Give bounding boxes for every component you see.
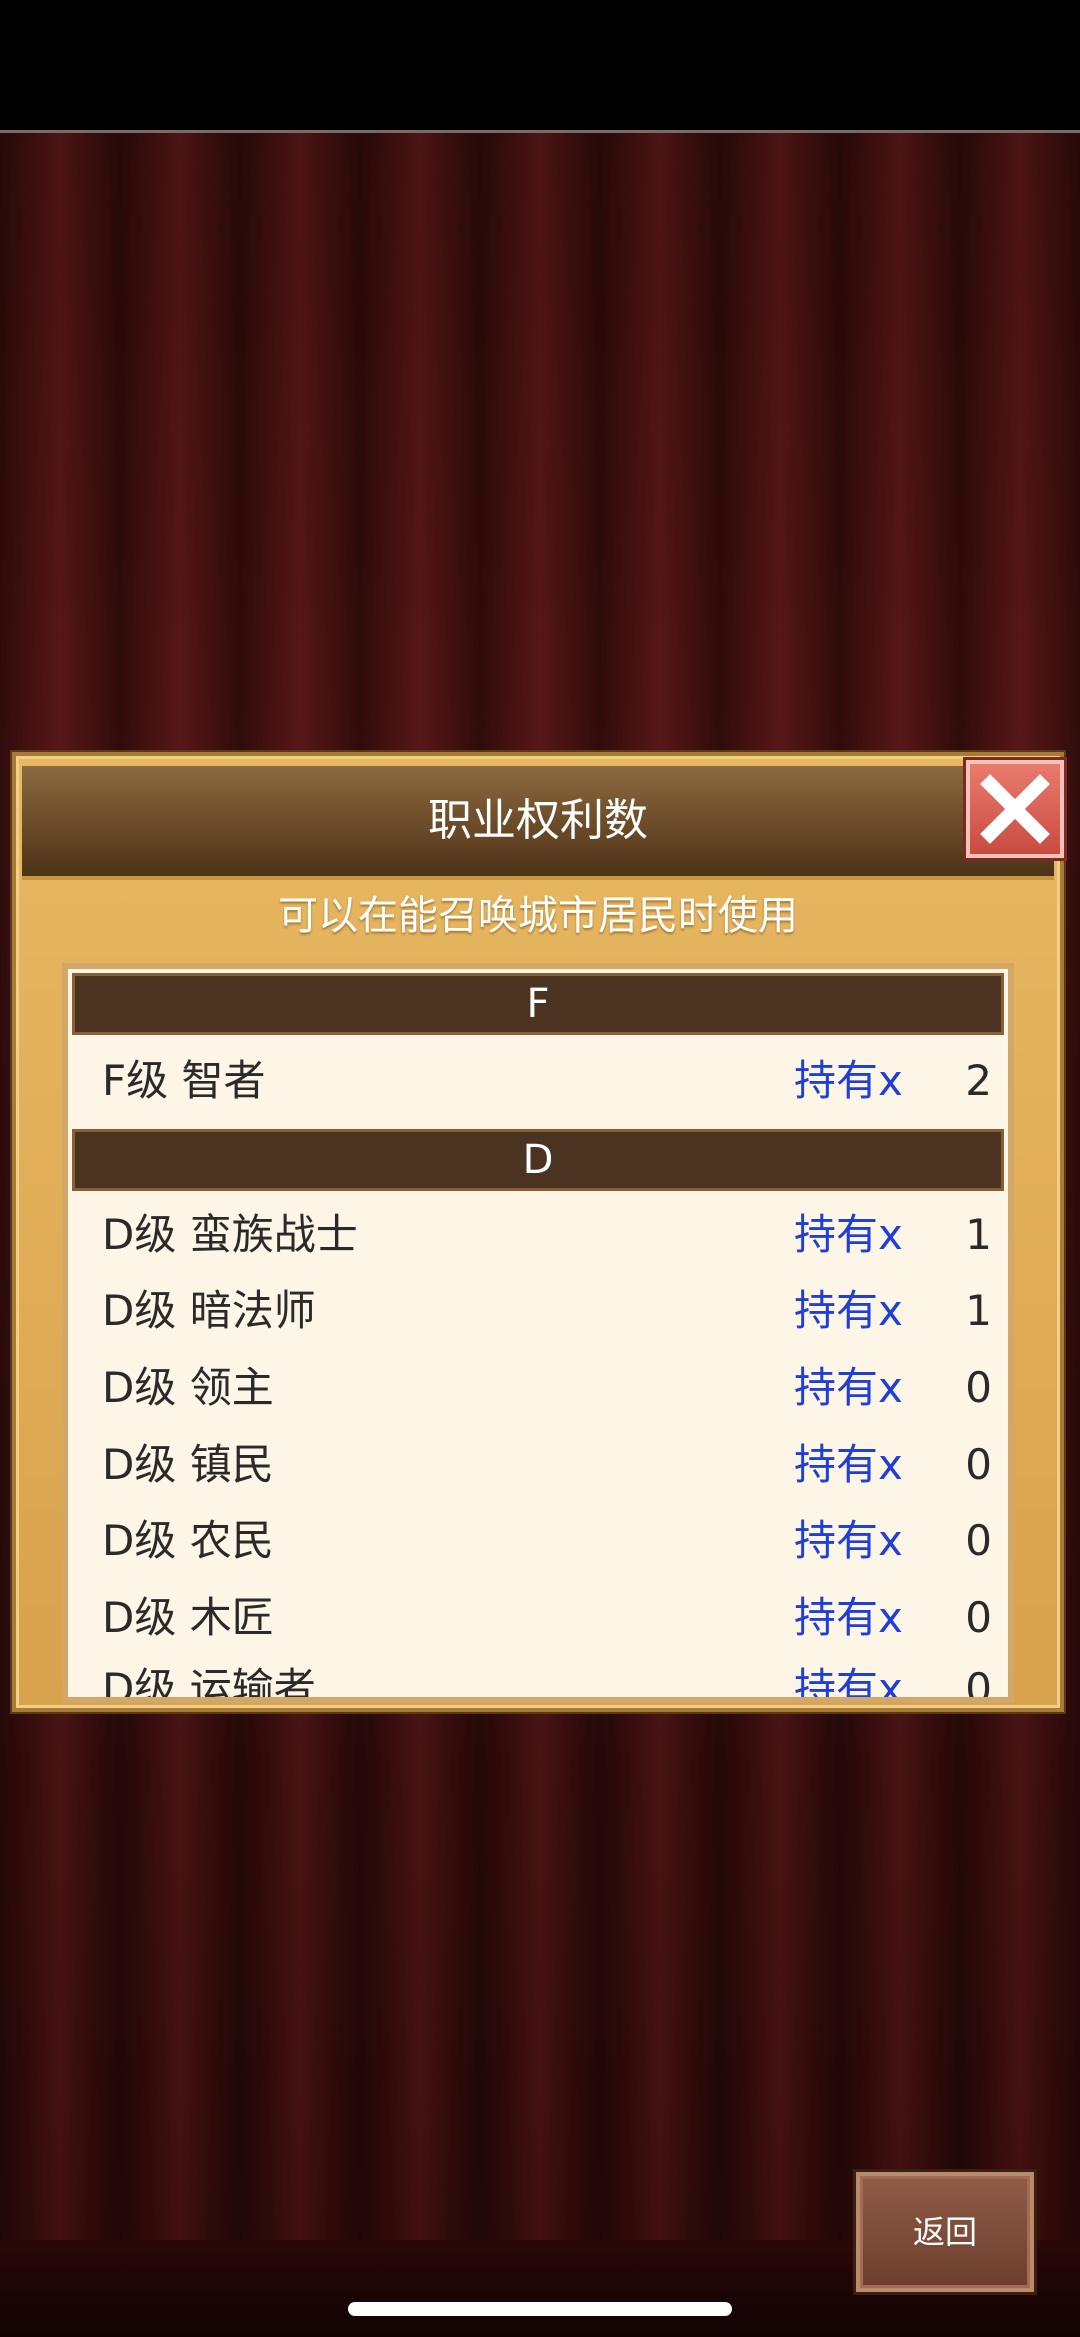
hold-count: 0 xyxy=(965,1440,992,1489)
job-name: F级 智者 xyxy=(102,1056,266,1105)
hold-label: 持有x xyxy=(794,1593,903,1642)
close-button[interactable] xyxy=(966,760,1064,858)
hold-label: 持有x xyxy=(794,1440,903,1489)
hold-count: 0 xyxy=(965,1664,992,1703)
job-name: D级 暗法师 xyxy=(102,1286,316,1335)
list-item[interactable]: D级 镇民 持有x 0 xyxy=(68,1427,1008,1503)
hold-label: 持有x xyxy=(794,1056,903,1105)
list-item[interactable]: D级 农民 持有x 0 xyxy=(68,1503,1008,1579)
job-name: D级 运输者 xyxy=(102,1664,316,1703)
hold-count: 2 xyxy=(965,1056,992,1105)
hold-count: 1 xyxy=(965,1210,992,1259)
list-item[interactable]: D级 运输者 持有x 0 xyxy=(68,1651,1008,1703)
home-indicator[interactable] xyxy=(348,2302,732,2316)
hold-label: 持有x xyxy=(794,1286,903,1335)
job-name: D级 蛮族战士 xyxy=(102,1210,358,1259)
group-header-d: D xyxy=(72,1129,1004,1191)
back-button[interactable]: 返回 xyxy=(856,2172,1034,2292)
dialog-title: 职业权利数 xyxy=(428,795,648,846)
status-bar xyxy=(0,0,1080,130)
list-item[interactable]: D级 木匠 持有x 0 xyxy=(68,1580,1008,1656)
job-list-panel[interactable]: F F级 智者 持有x 2 D D级 蛮族战士 持有x 1 D级 暗法师 持有x… xyxy=(62,963,1014,1703)
hold-count: 1 xyxy=(965,1286,992,1335)
job-name: D级 木匠 xyxy=(102,1593,274,1642)
hold-label: 持有x xyxy=(794,1363,903,1412)
hold-label: 持有x xyxy=(794,1664,903,1703)
close-icon xyxy=(980,774,1050,844)
list-item[interactable]: D级 领主 持有x 0 xyxy=(68,1350,1008,1426)
hold-count: 0 xyxy=(965,1516,992,1565)
list-item[interactable]: F级 智者 持有x 2 xyxy=(68,1043,1008,1119)
dialog-header: 职业权利数 xyxy=(22,766,1054,880)
job-name: D级 农民 xyxy=(102,1516,274,1565)
job-rights-dialog: 职业权利数 可以在能召唤城市居民时使用 F F级 智者 持有x 2 D D级 蛮… xyxy=(12,752,1064,1712)
hold-label: 持有x xyxy=(794,1516,903,1565)
job-name: D级 镇民 xyxy=(102,1440,274,1489)
hold-count: 0 xyxy=(965,1363,992,1412)
list-item[interactable]: D级 暗法师 持有x 1 xyxy=(68,1273,1008,1349)
job-name: D级 领主 xyxy=(102,1363,274,1412)
dialog-subtitle: 可以在能召唤城市居民时使用 xyxy=(278,893,798,939)
list-item[interactable]: D级 蛮族战士 持有x 1 xyxy=(68,1197,1008,1273)
group-header-f: F xyxy=(72,973,1004,1035)
hold-count: 0 xyxy=(965,1593,992,1642)
hold-label: 持有x xyxy=(794,1210,903,1259)
